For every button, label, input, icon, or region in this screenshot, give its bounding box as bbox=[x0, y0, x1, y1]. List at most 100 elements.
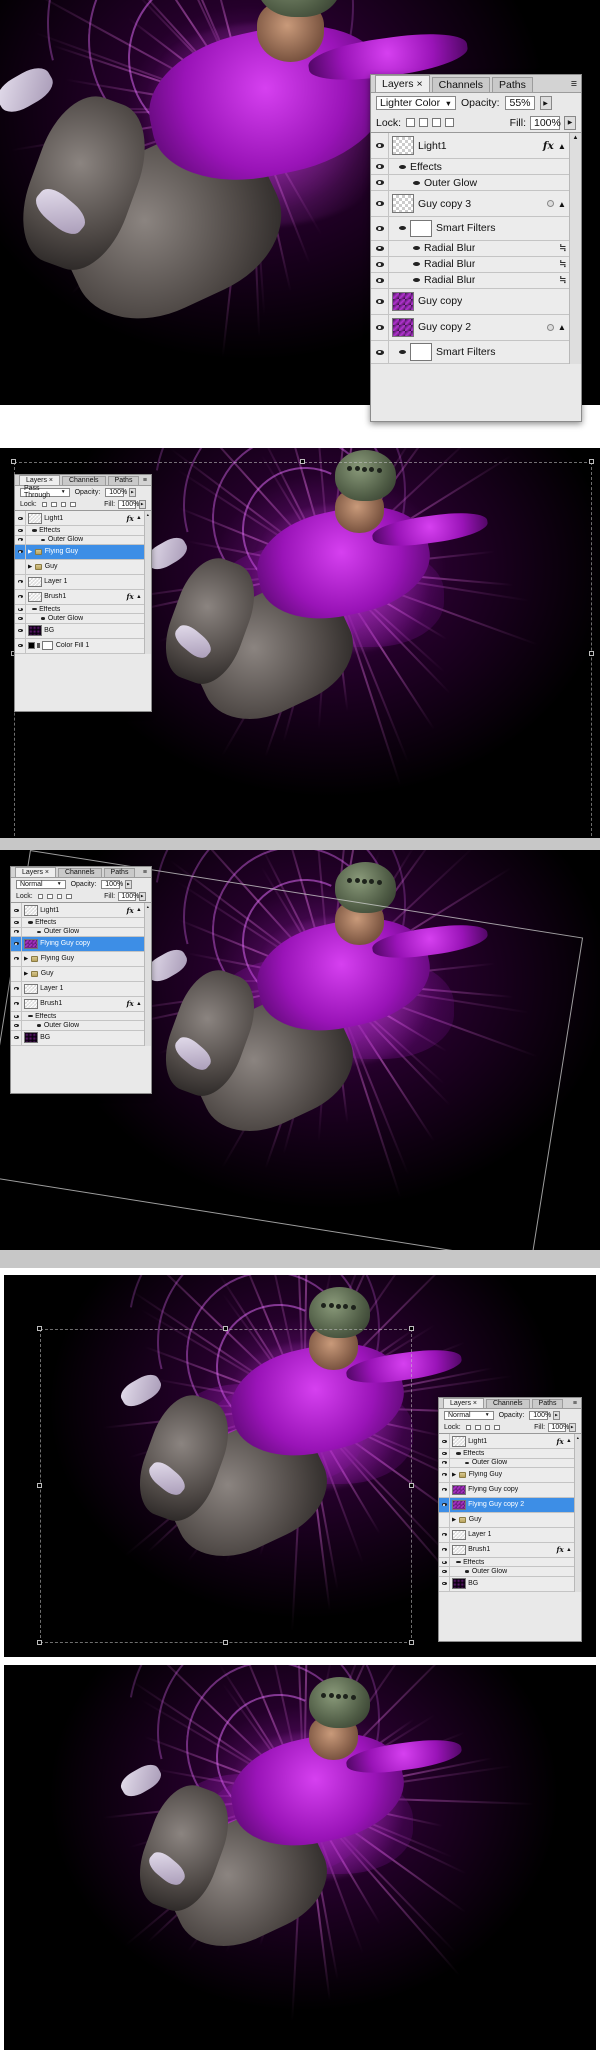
fx-icon[interactable]: fx bbox=[127, 592, 134, 601]
scrollbar[interactable]: ▲ bbox=[569, 133, 581, 365]
layer-row[interactable]: Brush1 fx ▲ bbox=[15, 589, 151, 605]
visibility-toggle[interactable] bbox=[371, 272, 389, 288]
layer-row[interactable]: Outer Glow bbox=[439, 1458, 581, 1468]
tab-channels[interactable]: Channels bbox=[431, 77, 491, 92]
effect-eye-icon[interactable] bbox=[37, 1024, 42, 1027]
opacity-slider-button[interactable]: ▶ bbox=[539, 96, 552, 110]
fill-input[interactable]: 100% bbox=[117, 892, 139, 901]
expand-triangle-icon[interactable]: ▶ bbox=[24, 956, 28, 962]
layer-row[interactable]: ▶ Guy bbox=[15, 559, 151, 575]
opacity-input[interactable]: 100% bbox=[105, 488, 127, 497]
blend-mode-select[interactable]: Lighter Color ▼ bbox=[376, 96, 456, 110]
layer-row[interactable]: Effects bbox=[15, 526, 151, 536]
fill-slider-button[interactable]: ▶ bbox=[138, 892, 146, 901]
layer-row[interactable]: ▶ Flying Guy bbox=[15, 544, 151, 560]
visibility-toggle[interactable] bbox=[11, 1030, 23, 1045]
visibility-toggle[interactable] bbox=[11, 1021, 23, 1030]
effect-eye-icon[interactable] bbox=[41, 538, 46, 541]
visibility-toggle[interactable] bbox=[439, 1449, 451, 1458]
visibility-toggle[interactable] bbox=[371, 133, 389, 158]
layer-row[interactable]: Flying Guy copy 2 bbox=[439, 1497, 581, 1513]
opacity-slider-button[interactable]: ▶ bbox=[552, 1411, 561, 1420]
lock-position-icon[interactable] bbox=[484, 1424, 491, 1431]
visibility-toggle[interactable] bbox=[439, 1567, 451, 1576]
visibility-toggle[interactable] bbox=[15, 574, 27, 589]
visibility-toggle[interactable] bbox=[439, 1434, 451, 1449]
close-icon[interactable]: × bbox=[473, 1400, 477, 1407]
effect-eye-icon[interactable] bbox=[399, 226, 406, 231]
layer-row[interactable]: Light1 fx ▲ bbox=[11, 903, 151, 919]
tab-channels[interactable]: Channels bbox=[61, 475, 106, 486]
effect-eye-icon[interactable] bbox=[28, 1014, 33, 1018]
layer-row[interactable]: Outer Glow bbox=[15, 614, 151, 624]
visibility-toggle[interactable] bbox=[11, 918, 23, 927]
opacity-input[interactable]: 100% bbox=[101, 880, 123, 889]
scrollbar[interactable]: ▲ bbox=[143, 511, 151, 654]
opacity-slider-button[interactable]: ▶ bbox=[128, 488, 137, 497]
layer-row[interactable]: Outer Glow bbox=[371, 175, 581, 192]
visibility-toggle[interactable] bbox=[371, 256, 389, 272]
effect-eye-icon[interactable] bbox=[465, 1570, 470, 1573]
layer-row[interactable]: Light1 fx ▲ bbox=[371, 133, 581, 159]
layer-row[interactable]: BG bbox=[439, 1576, 581, 1592]
effect-eye-icon[interactable] bbox=[399, 164, 406, 169]
lock-all-icon[interactable] bbox=[70, 501, 77, 508]
fx-icon[interactable]: fx bbox=[557, 1545, 564, 1554]
effect-eye-icon[interactable] bbox=[456, 1560, 461, 1564]
visibility-toggle[interactable] bbox=[371, 159, 389, 175]
effect-eye-icon[interactable] bbox=[32, 607, 37, 611]
lock-paint-icon[interactable] bbox=[419, 118, 429, 127]
layer-row[interactable]: Smart Filters bbox=[371, 340, 581, 365]
lock-transparent-icon[interactable] bbox=[465, 1424, 472, 1431]
opacity-input[interactable]: 100% bbox=[529, 1411, 551, 1420]
layer-row[interactable]: Outer Glow bbox=[11, 1021, 151, 1031]
layer-row[interactable]: Effects bbox=[371, 159, 581, 176]
visibility-toggle[interactable] bbox=[15, 535, 27, 544]
effect-eye-icon[interactable] bbox=[465, 1461, 470, 1464]
expand-triangle-icon[interactable]: ▶ bbox=[24, 971, 28, 977]
lock-all-icon[interactable] bbox=[66, 893, 73, 900]
visibility-toggle[interactable] bbox=[11, 996, 23, 1011]
layer-row[interactable]: Light1 fx ▲ bbox=[15, 511, 151, 527]
visibility-toggle[interactable] bbox=[11, 951, 23, 966]
layer-row[interactable]: Layer 1 bbox=[439, 1527, 581, 1543]
close-icon[interactable]: × bbox=[417, 78, 423, 90]
visibility-toggle[interactable] bbox=[439, 1458, 451, 1467]
visibility-toggle[interactable] bbox=[439, 1576, 451, 1591]
visibility-toggle[interactable] bbox=[15, 614, 27, 623]
layer-row[interactable]: Radial Blur ≒ bbox=[371, 272, 581, 289]
visibility-toggle[interactable] bbox=[371, 191, 389, 217]
visibility-toggle[interactable] bbox=[15, 511, 27, 526]
collapse-icon[interactable]: ▲ bbox=[558, 199, 566, 209]
layer-row[interactable]: Guy copy 3 ▲ bbox=[371, 191, 581, 218]
layer-row[interactable]: BG bbox=[11, 1030, 151, 1046]
fill-input[interactable]: 100% bbox=[530, 115, 561, 130]
tab-layers[interactable]: Layers × bbox=[443, 1397, 484, 1409]
layer-row[interactable]: Brush1 fx ▲ bbox=[439, 1542, 581, 1558]
scroll-up-icon[interactable]: ▲ bbox=[145, 513, 151, 517]
tab-paths[interactable]: Paths bbox=[492, 77, 533, 92]
scrollbar[interactable]: ▲ bbox=[143, 903, 151, 1046]
layer-row[interactable]: ▶ Guy bbox=[439, 1512, 581, 1528]
layers-panel[interactable]: Layers × Channels Paths ≡ Normal ▼ Opacity: 100%… bbox=[438, 1397, 582, 1642]
layer-row[interactable]: Layer 1 bbox=[11, 981, 151, 997]
layer-row[interactable]: Radial Blur ≒ bbox=[371, 256, 581, 273]
layer-row[interactable]: Effects bbox=[439, 1449, 581, 1459]
fx-icon[interactable]: fx bbox=[543, 140, 554, 152]
visibility-toggle[interactable] bbox=[439, 1542, 451, 1557]
lock-position-icon[interactable] bbox=[60, 501, 67, 508]
layer-row[interactable]: Effects bbox=[439, 1557, 581, 1568]
panel-menu-icon[interactable]: ≡ bbox=[571, 78, 577, 90]
filter-options-icon[interactable]: ≒ bbox=[560, 258, 566, 270]
effect-eye-icon[interactable] bbox=[456, 1452, 461, 1455]
expand-triangle-icon[interactable]: ▶ bbox=[28, 564, 32, 570]
collapse-icon[interactable]: ▲ bbox=[566, 1438, 572, 1444]
effect-eye-icon[interactable] bbox=[399, 350, 406, 355]
layer-row[interactable]: Smart Filters bbox=[371, 217, 581, 241]
visibility-toggle[interactable] bbox=[439, 1497, 451, 1512]
tab-paths[interactable]: Paths bbox=[107, 475, 140, 486]
fill-slider-button[interactable]: ▶ bbox=[564, 115, 576, 130]
collapse-icon[interactable]: ▲ bbox=[558, 141, 566, 151]
filter-options-icon[interactable]: ≒ bbox=[560, 242, 566, 254]
tab-layers[interactable]: Layers × bbox=[15, 866, 56, 878]
